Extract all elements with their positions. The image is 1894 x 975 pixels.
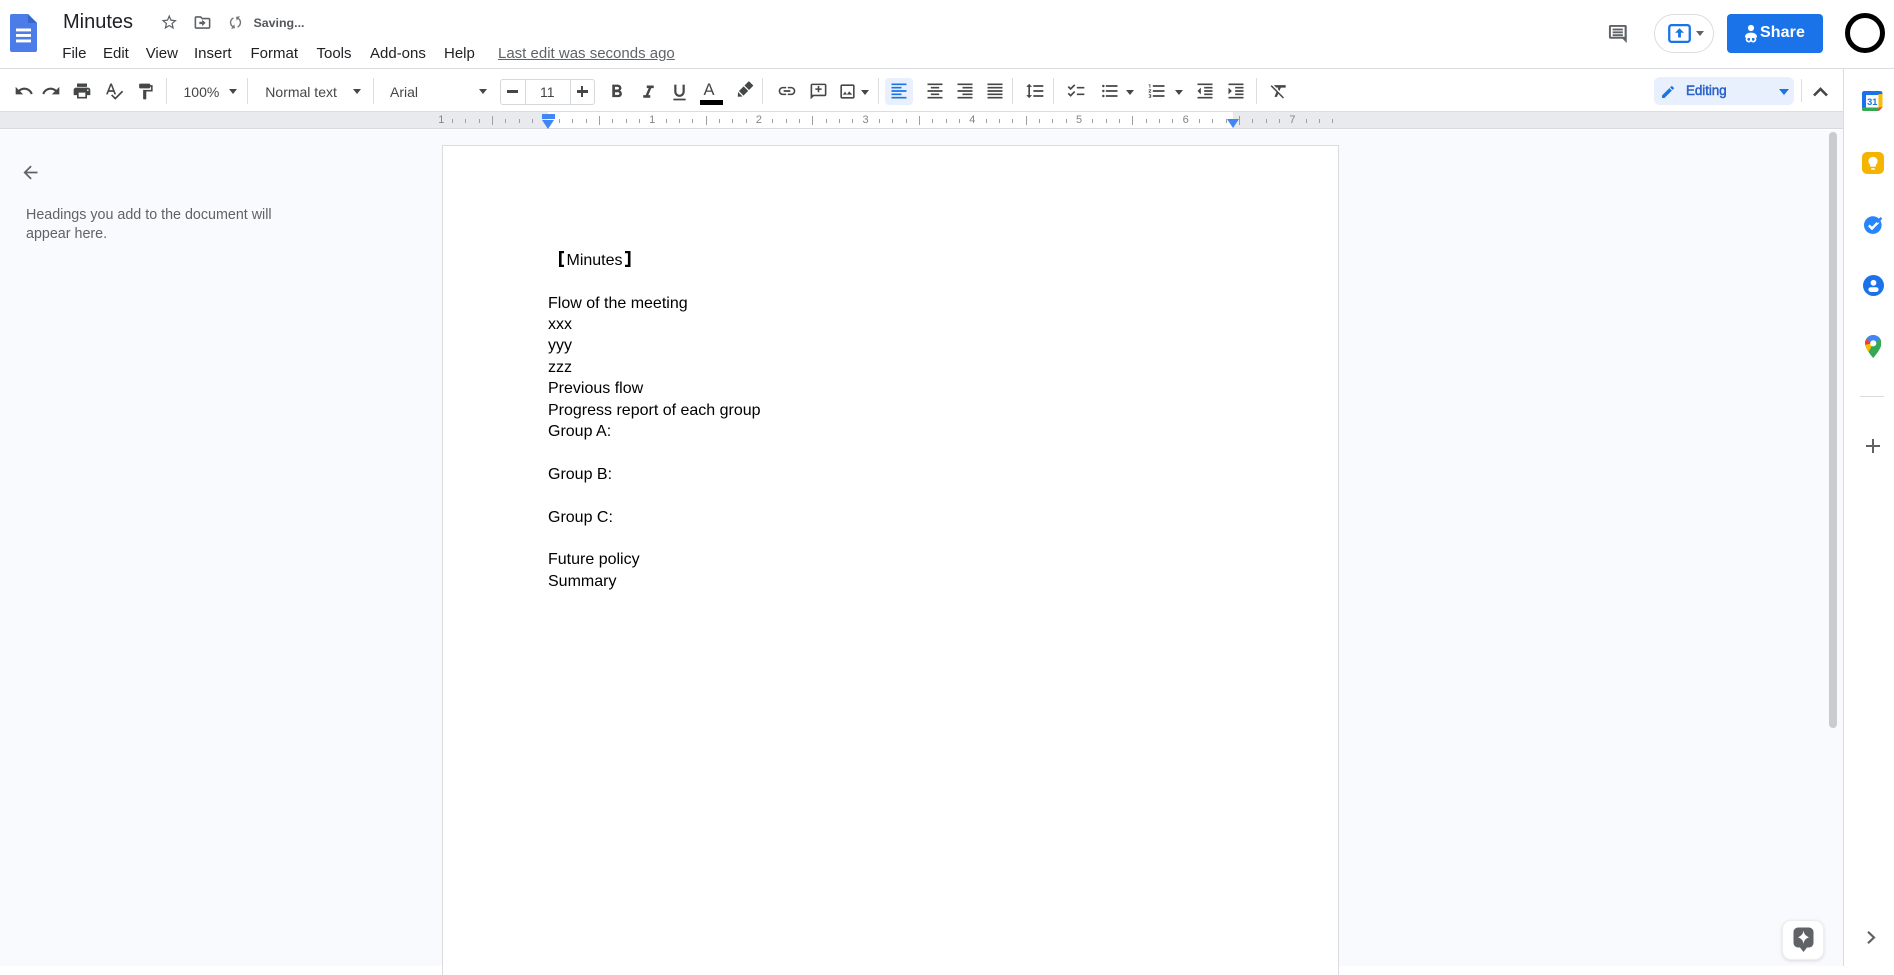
svg-text:31: 31 — [1867, 96, 1877, 106]
